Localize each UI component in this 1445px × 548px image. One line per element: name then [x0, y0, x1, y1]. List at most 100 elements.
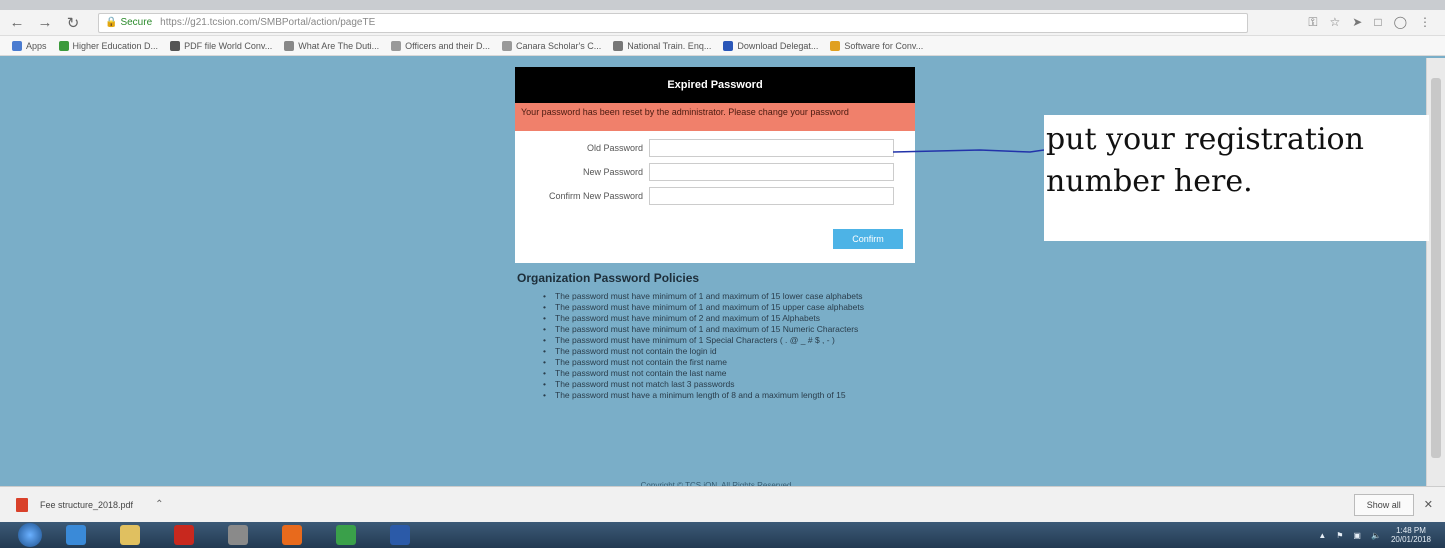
- policy-item: The password must have minimum of 1 and …: [543, 291, 913, 301]
- bookmark-label: Software for Conv...: [844, 40, 924, 51]
- scrollbar-thumb[interactable]: [1431, 78, 1441, 458]
- policy-item: The password must not contain the first …: [543, 357, 913, 367]
- acrobat-icon: [174, 525, 194, 545]
- bookmark-icon: [284, 40, 295, 51]
- lock-icon: 🔒: [105, 17, 118, 28]
- bookmark-item[interactable]: National Train. Enq...: [613, 40, 712, 51]
- clock[interactable]: 1:48 PM 20/01/2018: [1391, 526, 1431, 544]
- start-button[interactable]: [18, 523, 42, 547]
- bookmark-icon: [58, 40, 69, 51]
- pdf-icon: [16, 497, 28, 512]
- policy-item: The password must have minimum of 2 and …: [543, 313, 913, 323]
- media-icon: [228, 525, 248, 545]
- internet-explorer-taskbar-button[interactable]: [56, 523, 96, 547]
- downloads-bar: Fee structure_2018.pdf ⌃ Show all ✕: [0, 486, 1445, 522]
- policy-item: The password must have minimum of 1 Spec…: [543, 335, 913, 345]
- star-icon[interactable]: ☆: [1329, 15, 1340, 30]
- bookmark-item[interactable]: Higher Education D...: [58, 40, 159, 51]
- word-icon: [390, 525, 410, 545]
- firefox-taskbar-button[interactable]: [272, 523, 312, 547]
- policies-title: Organization Password Policies: [517, 271, 700, 285]
- new-password-label: New Password: [582, 167, 643, 177]
- bookmark-label: Canara Scholar's C...: [516, 40, 602, 51]
- firefox-icon: [282, 525, 302, 545]
- bookmark-item[interactable]: Officers and their D...: [391, 40, 491, 51]
- acrobat-taskbar-button[interactable]: [164, 523, 204, 547]
- file-explorer-icon: [120, 525, 140, 545]
- new-password-input[interactable]: [649, 163, 894, 181]
- policy-item: The password must have minimum of 1 and …: [543, 324, 913, 334]
- network-icon[interactable]: ▣: [1353, 531, 1361, 540]
- tray-arrow-icon[interactable]: ▲: [1318, 531, 1326, 540]
- internet-explorer-icon: [66, 525, 86, 545]
- download-item[interactable]: Fee structure_2018.pdf ⌃: [16, 497, 163, 512]
- old-password-input[interactable]: [649, 139, 894, 157]
- bookmark-icon: [502, 40, 513, 51]
- bookmark-item[interactable]: Software for Conv...: [830, 40, 924, 51]
- system-tray: ▲ ⚑ ▣ 🔈 1:48 PM 20/01/2018: [1318, 526, 1431, 544]
- bookmark-icon: [613, 40, 624, 51]
- policy-item: The password must have minimum of 1 and …: [543, 302, 913, 312]
- bookmark-label: Higher Education D...: [72, 40, 159, 51]
- clock-time: 1:48 PM: [1396, 526, 1426, 535]
- address-bar: ← → ↻ 🔒 Secure https://g21.tcsion.com/SM…: [0, 10, 1445, 36]
- forward-icon[interactable]: →: [34, 12, 56, 34]
- window-top-strip: [0, 0, 1445, 10]
- file-explorer-taskbar-button[interactable]: [110, 523, 150, 547]
- chrome-icon: [336, 525, 356, 545]
- reload-icon[interactable]: ↻: [62, 12, 84, 34]
- bookmark-item[interactable]: Canara Scholar's C...: [502, 40, 602, 51]
- policy-item: The password must not contain the last n…: [543, 368, 913, 378]
- url-field[interactable]: 🔒 Secure https://g21.tcsion.com/SMBPorta…: [98, 12, 1248, 33]
- confirm-password-input[interactable]: [649, 187, 894, 205]
- bookmark-label: Officers and their D...: [405, 40, 491, 51]
- taskbar: ▲ ⚑ ▣ 🔈 1:48 PM 20/01/2018: [0, 522, 1445, 548]
- clock-date: 20/01/2018: [1390, 535, 1431, 544]
- key-icon[interactable]: ⚿: [1308, 15, 1317, 30]
- menu-icon[interactable]: ⋮: [1419, 15, 1431, 30]
- annotation-text: put your registration number here.: [1046, 122, 1364, 199]
- download-file-name: Fee structure_2018.pdf: [40, 499, 134, 510]
- back-icon[interactable]: ←: [6, 12, 28, 34]
- secure-label: Secure: [120, 17, 153, 28]
- old-password-label: Old Password: [586, 143, 643, 153]
- media-taskbar-button[interactable]: [218, 523, 258, 547]
- volume-icon[interactable]: 🔈: [1371, 531, 1381, 540]
- bookmark-item[interactable]: PDF file World Conv...: [170, 40, 273, 51]
- chrome-taskbar-button[interactable]: [326, 523, 366, 547]
- card-title: Expired Password: [515, 67, 915, 103]
- chevron-up-icon[interactable]: ⌃: [155, 499, 163, 510]
- bookmark-label: Apps: [26, 40, 47, 51]
- bookmark-icon: [391, 40, 402, 51]
- bookmarks-bar: Apps Higher Education D... PDF file World …: [0, 36, 1445, 56]
- extension-icon[interactable]: ➤: [1352, 15, 1362, 30]
- policy-item: The password must have a minimum length …: [543, 390, 913, 400]
- bookmark-label: PDF file World Conv...: [184, 40, 273, 51]
- bookmark-icon: [723, 40, 734, 51]
- confirm-password-label: Confirm New Password: [548, 191, 643, 201]
- extension-icon-3[interactable]: ◯: [1394, 15, 1407, 30]
- annotation-callout: put your registration number here.: [1044, 115, 1429, 241]
- confirm-button[interactable]: Confirm: [833, 229, 903, 249]
- url-text: https://g21.tcsion.com/SMBPortal/action/…: [160, 17, 376, 28]
- bookmark-item[interactable]: Apps: [12, 40, 47, 51]
- bookmark-label: Download Delegat...: [737, 40, 819, 51]
- flag-icon[interactable]: ⚑: [1336, 531, 1343, 540]
- policy-item: The password must not contain the login …: [543, 346, 913, 356]
- extension-icon-2[interactable]: □: [1374, 15, 1381, 30]
- bookmark-item[interactable]: What Are The Duti...: [284, 40, 380, 51]
- bookmark-label: National Train. Enq...: [627, 40, 712, 51]
- password-policies: Organization Password Policies The passw…: [515, 271, 935, 401]
- expired-password-card: Expired Password Your password has been …: [515, 67, 915, 263]
- policy-item: The password must not match last 3 passw…: [543, 379, 913, 389]
- bookmark-label: What Are The Duti...: [298, 40, 380, 51]
- show-all-button[interactable]: Show all: [1353, 493, 1414, 516]
- password-form: Old Password New Password Confirm New Pa…: [515, 131, 915, 263]
- word-taskbar-button[interactable]: [380, 523, 420, 547]
- close-icon[interactable]: ✕: [1424, 498, 1433, 511]
- bookmark-icon: [12, 40, 22, 51]
- bookmark-icon: [170, 40, 181, 51]
- alert-message: Your password has been reset by the admi…: [515, 103, 915, 131]
- bookmark-item[interactable]: Download Delegat...: [723, 40, 819, 51]
- policy-list: The password must have minimum of 1 and …: [543, 291, 913, 400]
